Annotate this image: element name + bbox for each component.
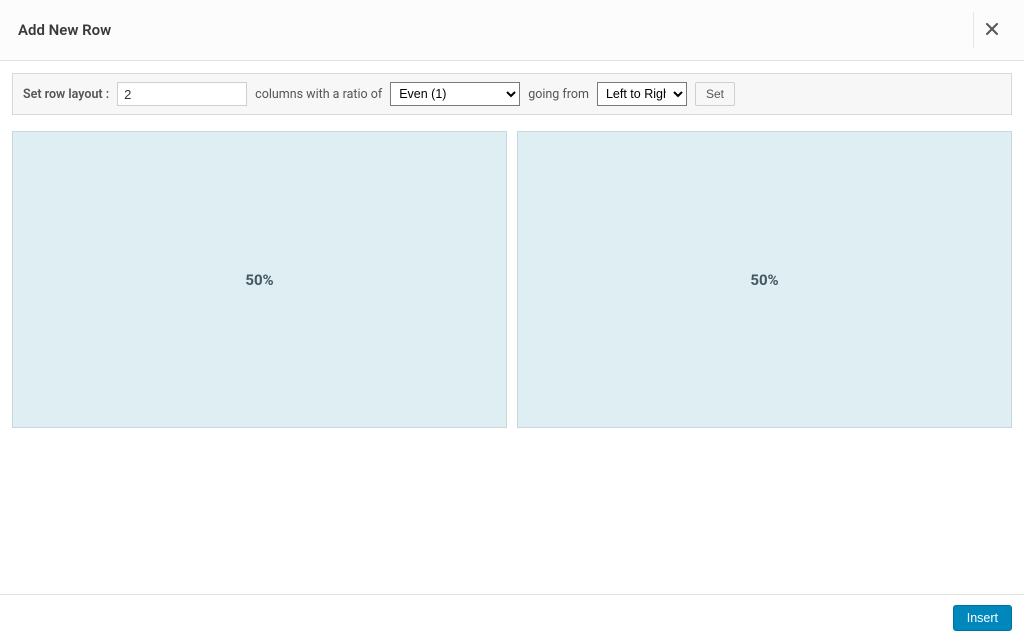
column-width-label: 50%: [750, 271, 778, 289]
column-preview[interactable]: 50%: [12, 131, 507, 428]
ratio-select[interactable]: Even (1): [390, 82, 520, 106]
direction-select[interactable]: Left to Right: [597, 82, 687, 106]
dialog-footer: Insert: [0, 594, 1024, 641]
close-button[interactable]: [973, 12, 1009, 48]
direction-label: going from: [528, 87, 589, 102]
row-layout-label: Set row layout :: [23, 87, 109, 102]
set-button[interactable]: Set: [695, 82, 735, 106]
row-layout-toolbar: Set row layout : columns with a ratio of…: [12, 73, 1012, 115]
row-preview: 50% 50%: [12, 131, 1012, 428]
column-width-label: 50%: [245, 271, 273, 289]
columns-count-input[interactable]: [117, 82, 247, 106]
dialog-header: Add New Row: [0, 0, 1024, 61]
dialog-content: Set row layout : columns with a ratio of…: [0, 61, 1024, 440]
column-preview[interactable]: 50%: [517, 131, 1012, 428]
dialog-title: Add New Row: [18, 21, 111, 39]
ratio-label: columns with a ratio of: [255, 87, 382, 102]
close-icon: [986, 22, 998, 39]
insert-button[interactable]: Insert: [953, 605, 1012, 631]
